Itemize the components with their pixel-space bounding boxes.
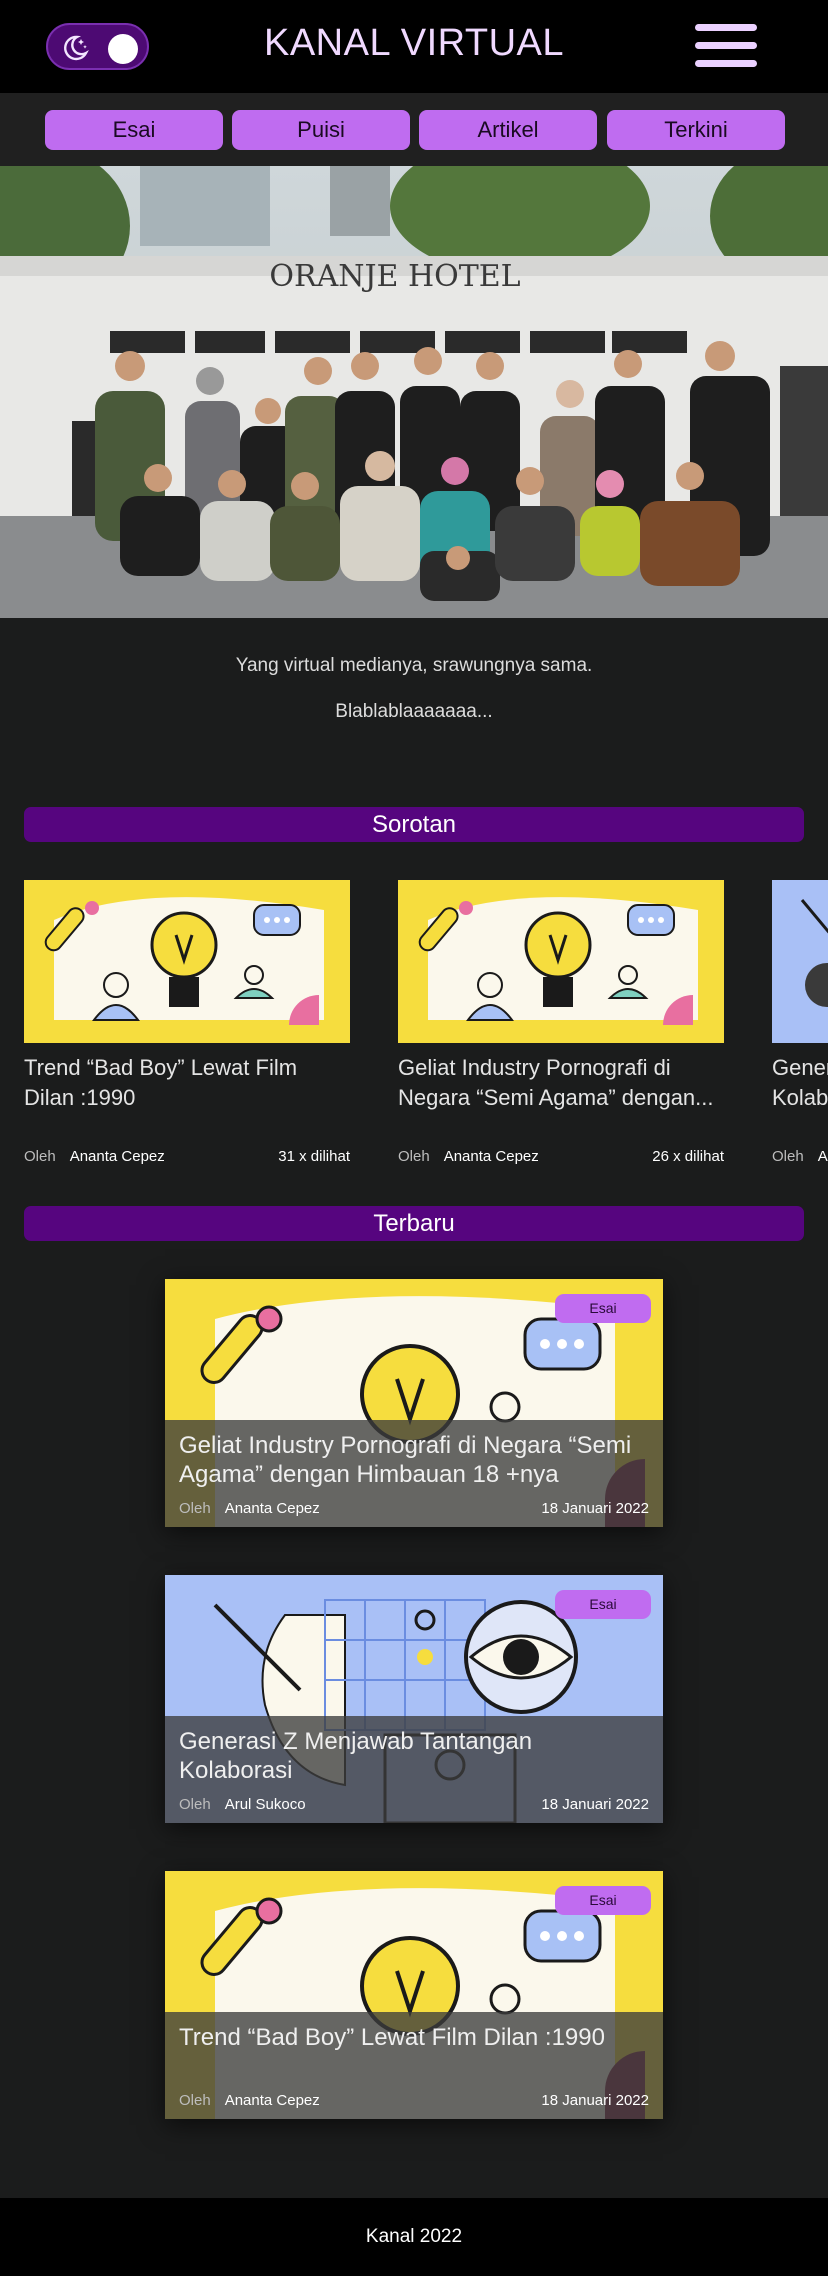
card-meta: Oleh Ananta Cepez 26 x dilihat — [398, 1148, 724, 1165]
hero-image: ORANJE HOTEL — [0, 166, 828, 618]
post-meta: Oleh Ananta Cepez 18 Januari 2022 — [179, 2092, 649, 2109]
card-thumbnail — [24, 880, 350, 1043]
highlight-card[interactable]: Trend “Bad Boy” Lewat Film Dilan :1990 O… — [24, 880, 350, 1165]
card-title[interactable]: Trend “Bad Boy” Lewat Film Dilan :1990 — [24, 1053, 350, 1113]
post-meta: Oleh Arul Sukoco 18 Januari 2022 — [179, 1796, 649, 1813]
site-header: KANAL VIRTUAL — [0, 0, 828, 93]
by-label: Oleh — [398, 1148, 430, 1165]
card-meta: Oleh Ananta Cepez 31 x dilihat — [24, 1148, 350, 1165]
post-title[interactable]: Trend “Bad Boy” Lewat Film Dilan :1990 — [179, 2023, 649, 2052]
post-date: 18 Januari 2022 — [541, 1500, 649, 1517]
category-badge[interactable]: Esai — [555, 1886, 651, 1915]
site-footer: Kanal 2022 — [0, 2198, 828, 2276]
card-meta: Oleh Arul Sukoco — [772, 1148, 828, 1165]
tagline-primary: Yang virtual medianya, srawungnya sama. — [235, 655, 593, 676]
author-name: Ananta Cepez — [69, 1148, 165, 1165]
author-name: Ananta Cepez — [224, 1500, 320, 1517]
nav-terkini[interactable]: Terkini — [607, 110, 785, 150]
highlight-card[interactable]: Generasi Z Menjawab Tantangan Kolaborasi… — [772, 880, 828, 1165]
author-name: Ananta Cepez — [224, 2092, 320, 2109]
category-badge[interactable]: Esai — [555, 1590, 651, 1619]
by-label: Oleh — [179, 1796, 211, 1813]
section-heading-sorotan: Sorotan — [24, 807, 804, 842]
nav-puisi[interactable]: Puisi — [232, 110, 410, 150]
card-title[interactable]: Geliat Industry Pornografi di Negara “Se… — [398, 1053, 724, 1113]
category-badge[interactable]: Esai — [555, 1294, 651, 1323]
category-nav: Esai Puisi Artikel Terkini — [0, 93, 828, 166]
latest-post-card[interactable]: Esai Generasi Z Menjawab Tantangan Kolab… — [165, 1575, 663, 1823]
by-label: Oleh — [179, 2092, 211, 2109]
hamburger-icon[interactable] — [695, 24, 757, 68]
by-label: Oleh — [24, 1148, 56, 1165]
view-count: 31 x dilihat — [278, 1148, 350, 1165]
author-name: Arul Sukoco — [817, 1148, 828, 1165]
tagline-secondary: Blablablaaaaaaa... — [335, 701, 493, 722]
post-meta: Oleh Ananta Cepez 18 Januari 2022 — [179, 1500, 649, 1517]
author-name: Arul Sukoco — [224, 1796, 306, 1813]
card-title[interactable]: Generasi Z Menjawab Tantangan Kolaborasi — [772, 1053, 828, 1113]
post-date: 18 Januari 2022 — [541, 2092, 649, 2109]
latest-post-card[interactable]: Esai Geliat Industry Pornografi di Negar… — [165, 1279, 663, 1527]
post-date: 18 Januari 2022 — [541, 1796, 649, 1813]
highlight-card[interactable]: Geliat Industry Pornografi di Negara “Se… — [398, 880, 724, 1165]
group-photo: ORANJE HOTEL — [0, 166, 828, 618]
nav-esai[interactable]: Esai — [45, 110, 223, 150]
post-title[interactable]: Geliat Industry Pornografi di Negara “Se… — [179, 1431, 649, 1489]
section-heading-terbaru: Terbaru — [24, 1206, 804, 1241]
view-count: 26 x dilihat — [652, 1148, 724, 1165]
latest-post-card[interactable]: Esai Trend “Bad Boy” Lewat Film Dilan :1… — [165, 1871, 663, 2119]
highlight-card-clip: Generasi Z Menjawab Tantangan Kolaborasi… — [772, 880, 828, 1190]
by-label: Oleh — [772, 1148, 804, 1165]
post-title[interactable]: Generasi Z Menjawab Tantangan Kolaborasi — [179, 1727, 649, 1785]
nav-artikel[interactable]: Artikel — [419, 110, 597, 150]
author-name: Ananta Cepez — [443, 1148, 539, 1165]
by-label: Oleh — [179, 1500, 211, 1517]
card-thumbnail — [772, 880, 828, 1043]
card-thumbnail — [398, 880, 724, 1043]
hotel-sign-text: ORANJE HOTEL — [269, 259, 520, 294]
